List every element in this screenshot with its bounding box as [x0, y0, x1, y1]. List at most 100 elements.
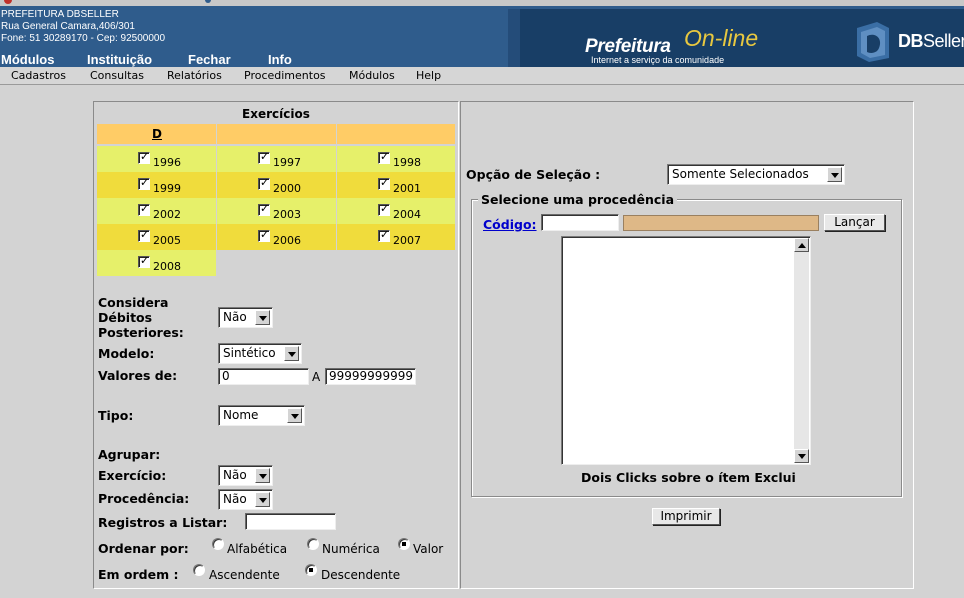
scroll-down-icon[interactable] — [794, 449, 809, 463]
year-cell: ✓ 1996 — [97, 146, 216, 172]
selected-procedencias-list[interactable] — [561, 236, 811, 465]
menu-cadastros[interactable]: Cadastros — [11, 69, 66, 82]
check-icon: ✓ — [140, 150, 150, 163]
year-checkbox[interactable]: ✓ — [378, 228, 390, 242]
chevron-down-icon — [255, 492, 270, 507]
year-cell: ✓ 2007 — [337, 224, 455, 250]
year-checkbox[interactable]: ✓ — [258, 228, 270, 242]
check-icon: ✓ — [140, 254, 150, 267]
procedencia-select[interactable]: Não — [218, 489, 273, 510]
year-label: 2004 — [393, 208, 421, 221]
year-cell: ✓ 1998 — [337, 146, 455, 172]
codigo-link[interactable]: Código: — [483, 217, 537, 232]
year-cell: ✓ 1997 — [217, 146, 336, 172]
ordenar-alfabetica-radio[interactable] — [212, 538, 224, 550]
year-label: 2006 — [273, 234, 301, 247]
nav-fechar[interactable]: Fechar — [188, 52, 231, 67]
registros-label: Registros a Listar: — [98, 515, 228, 530]
org-name: PREFEITURA DBSELLER — [1, 9, 119, 20]
org-contact: Fone: 51 30289170 - Cep: 92500000 — [1, 33, 166, 44]
ordenar-alfabetica-label: Alfabética — [227, 542, 288, 556]
opcao-select-value: Somente Selecionados — [672, 167, 809, 181]
ordenar-valor-label: Valor — [413, 542, 444, 556]
check-icon: ✓ — [380, 150, 390, 163]
lancar-button[interactable]: Lançar — [824, 214, 885, 231]
check-icon: ✓ — [380, 202, 390, 215]
year-cell: ✓ 2005 — [97, 224, 216, 250]
year-checkbox[interactable]: ✓ — [138, 202, 150, 216]
year-checkbox[interactable]: ✓ — [378, 150, 390, 164]
chevron-down-icon — [287, 408, 302, 423]
tipo-label: Tipo: — [98, 408, 134, 423]
considera-label-1: Considera — [98, 295, 169, 310]
menu-help[interactable]: Help — [416, 69, 441, 82]
valores-from-input[interactable]: 0 — [218, 368, 309, 385]
year-cell: ✓ 2006 — [217, 224, 336, 250]
valores-to-input[interactable]: 99999999999 — [325, 368, 416, 385]
dbseller-logo-icon — [857, 22, 889, 62]
considera-label-2: Débitos — [98, 310, 153, 325]
year-label: 2007 — [393, 234, 421, 247]
agrupar-label: Agrupar: — [98, 447, 161, 462]
wordmark-bold: DB — [898, 31, 924, 51]
menu-relatorios[interactable]: Relatórios — [167, 69, 222, 82]
chevron-down-icon — [255, 310, 270, 325]
modelo-select-value: Sintético — [223, 346, 276, 360]
year-label: 2003 — [273, 208, 301, 221]
org-info: PREFEITURA DBSELLER Rua General Camara,4… — [1, 9, 165, 45]
year-checkbox[interactable]: ✓ — [138, 254, 150, 268]
menu-consultas[interactable]: Consultas — [90, 69, 144, 82]
procedencia-select-value: Não — [223, 492, 247, 506]
year-checkbox[interactable]: ✓ — [138, 176, 150, 190]
year-label: 2001 — [393, 182, 421, 195]
ordenar-valor-radio[interactable] — [398, 538, 410, 550]
exercicio-select[interactable]: Não — [218, 465, 273, 486]
check-icon: ✓ — [380, 228, 390, 241]
radio-selected-dot — [309, 568, 313, 572]
check-icon: ✓ — [260, 228, 270, 241]
ordenar-label: Ordenar por: — [98, 541, 189, 556]
nav-instituicao[interactable]: Instituição — [87, 52, 152, 67]
year-checkbox[interactable]: ✓ — [258, 202, 270, 216]
year-cell: ✓ 2001 — [337, 172, 455, 198]
nav-modulos[interactable]: Módulos — [1, 52, 54, 67]
year-cell: ✓ 2003 — [217, 198, 336, 224]
year-checkbox[interactable]: ✓ — [138, 150, 150, 164]
menu-bar: Cadastros Consultas Relatórios Procedime… — [0, 67, 964, 85]
check-icon: ✓ — [260, 202, 270, 215]
ordem-descendente-radio[interactable] — [305, 564, 317, 576]
ordem-label: Em ordem : — [98, 567, 179, 582]
year-checkbox[interactable]: ✓ — [138, 228, 150, 242]
considera-select[interactable]: Não — [218, 307, 273, 328]
codigo-input[interactable] — [541, 214, 619, 231]
year-label: 1996 — [153, 156, 181, 169]
menu-modulos[interactable]: Módulos — [349, 69, 395, 82]
scroll-up-icon[interactable] — [794, 238, 809, 252]
ordenar-numerica-radio[interactable] — [307, 538, 319, 550]
tipo-select-value: Nome — [223, 408, 259, 422]
chevron-down-icon — [284, 346, 299, 361]
considera-select-value: Não — [223, 310, 247, 324]
registros-input[interactable] — [245, 513, 336, 530]
year-label: 2000 — [273, 182, 301, 195]
imprimir-button[interactable]: Imprimir — [652, 508, 720, 525]
year-checkbox[interactable]: ✓ — [258, 150, 270, 164]
year-label: 2005 — [153, 234, 181, 247]
nav-info[interactable]: Info — [268, 52, 292, 67]
window-close-icon[interactable] — [4, 0, 12, 4]
toggle-all-link[interactable]: D — [152, 127, 162, 141]
valores-separator: A — [312, 370, 321, 384]
year-checkbox[interactable]: ✓ — [378, 176, 390, 190]
ordem-ascendente-radio[interactable] — [193, 564, 205, 576]
year-cell: ✓ 1999 — [97, 172, 216, 198]
exercicios-title: Exercícios — [242, 107, 310, 121]
menu-procedimentos[interactable]: Procedimentos — [244, 69, 326, 82]
window-status-icon — [205, 0, 211, 3]
opcao-select[interactable]: Somente Selecionados — [667, 164, 845, 185]
year-checkbox[interactable]: ✓ — [378, 202, 390, 216]
year-checkbox[interactable]: ✓ — [258, 176, 270, 190]
procedencia-label: Procedência: — [98, 491, 190, 506]
list-scrollbar[interactable] — [794, 238, 809, 463]
tipo-select[interactable]: Nome — [218, 405, 305, 426]
modelo-select[interactable]: Sintético — [218, 343, 302, 364]
